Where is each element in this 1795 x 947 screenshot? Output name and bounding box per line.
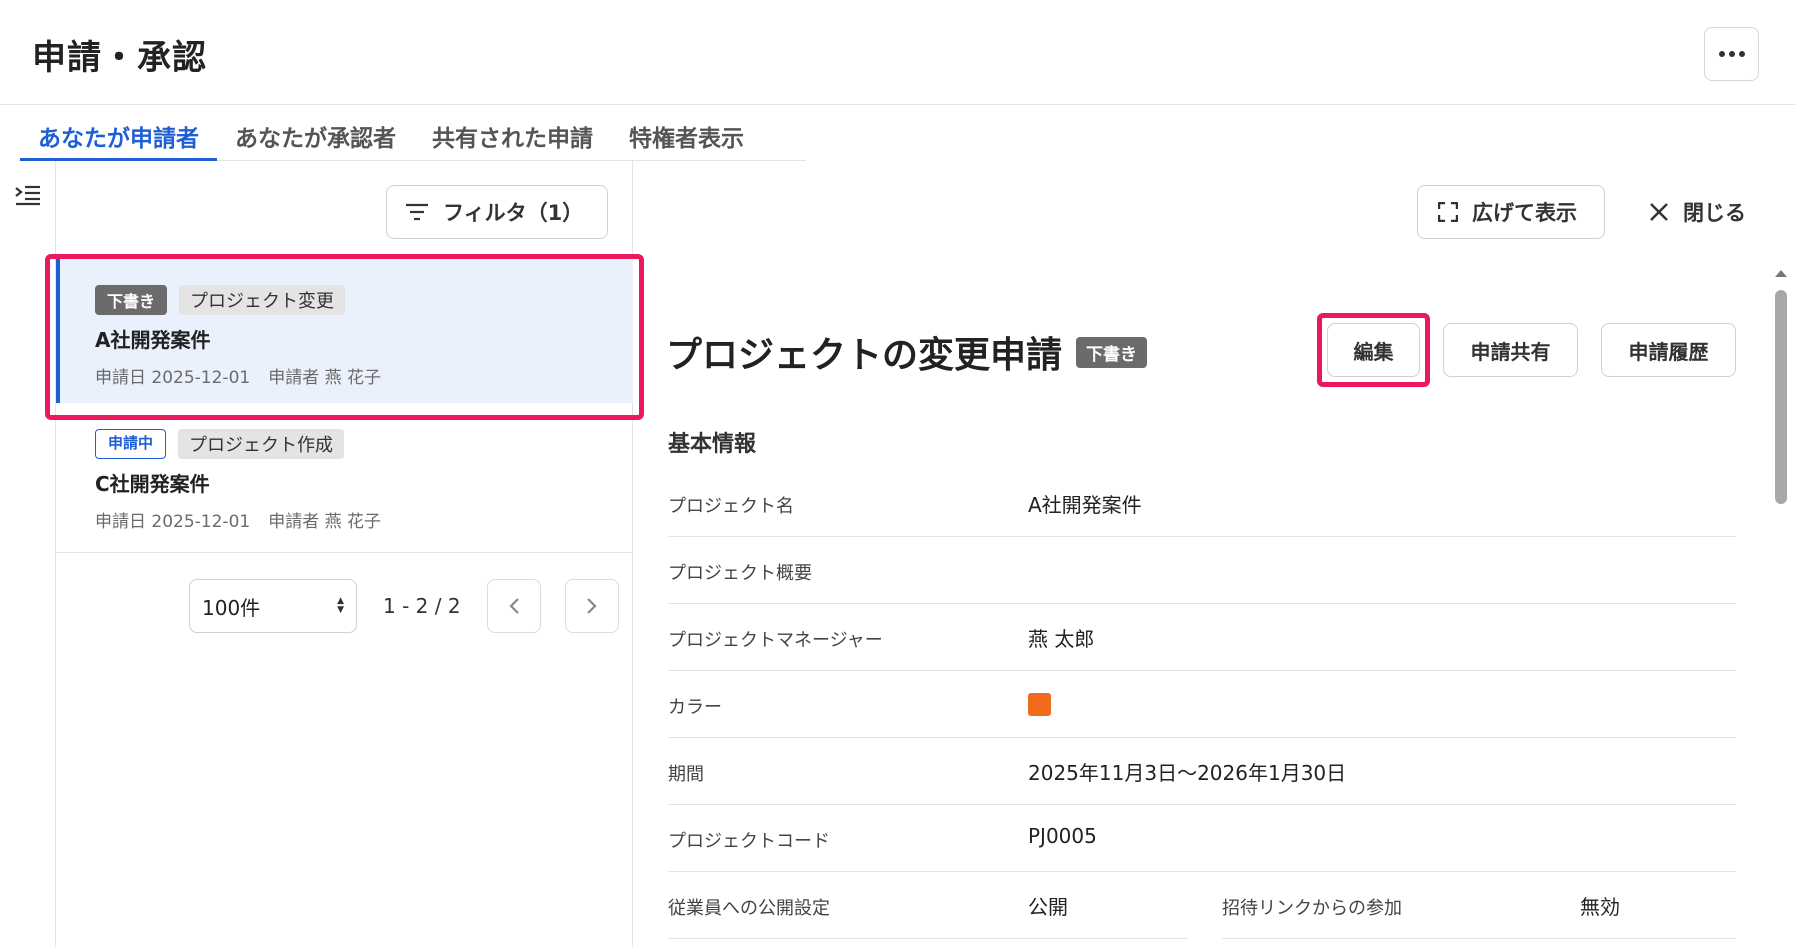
app-header: 申請・承認 xyxy=(0,0,1795,105)
request-history-button[interactable]: 申請履歴 xyxy=(1601,323,1736,377)
expand-icon xyxy=(1438,202,1458,222)
page-size-value: 100件 xyxy=(202,595,261,620)
field-label: プロジェクト名 xyxy=(668,496,794,517)
color-swatch xyxy=(1028,693,1051,716)
filter-button[interactable]: フィルタ（1） xyxy=(386,185,608,239)
field-value: 燕 太郎 xyxy=(1028,627,1095,651)
next-page-button[interactable] xyxy=(564,579,619,633)
field-label: カラー xyxy=(668,697,722,718)
edit-button-highlight xyxy=(1317,313,1430,387)
section-title: 基本情報 xyxy=(668,432,757,457)
chevron-left-icon xyxy=(509,598,519,614)
close-icon xyxy=(1650,203,1668,221)
select-arrows-icon: ▲ ▼ xyxy=(337,596,344,615)
close-label: 閉じる xyxy=(1683,201,1746,225)
field-label: プロジェクトコード xyxy=(668,831,830,852)
prev-page-button[interactable] xyxy=(486,579,541,633)
page-range: 1 - 2 / 2 xyxy=(383,594,461,618)
page-size-select[interactable]: 100件 ▲ ▼ xyxy=(189,579,357,633)
field-value: PJ0005 xyxy=(1028,824,1097,848)
pagination: 100件 ▲ ▼ 1 - 2 / 2 xyxy=(189,579,619,633)
type-badge: プロジェクト作成 xyxy=(178,429,345,459)
tab-as-applicant[interactable]: あなたが申請者 xyxy=(20,105,217,161)
tab-privileged-view[interactable]: 特権者表示 xyxy=(611,105,762,161)
expand-view-button[interactable]: 広げて表示 xyxy=(1417,185,1605,239)
field-value: 無効 xyxy=(1580,895,1620,919)
scrollbar[interactable] xyxy=(1771,268,1791,947)
tab-as-approver[interactable]: あなたが承認者 xyxy=(217,105,414,161)
menu-collapse-icon[interactable] xyxy=(14,183,42,207)
field-label: プロジェクトマネージャー xyxy=(668,630,883,651)
scroll-up-icon[interactable] xyxy=(1775,270,1787,277)
field-row-period: 期間 2025年11月3日～2026年1月30日 xyxy=(668,738,1736,805)
field-row-project-name: プロジェクト名 A社開発案件 xyxy=(668,470,1736,537)
chevron-right-icon xyxy=(586,598,597,614)
field-row-project-summary: プロジェクト概要 xyxy=(668,537,1736,604)
detail-title-row: プロジェクトの変更申請 下書き xyxy=(666,326,1148,378)
more-icon-dot xyxy=(1728,51,1735,57)
close-button[interactable]: 閉じる xyxy=(1649,185,1746,239)
item-meta: 申請日 2025-12-01 申請者 燕 花子 xyxy=(95,507,381,532)
field-label: 招待リンクからの参加 xyxy=(1222,898,1402,919)
more-icon-dot xyxy=(1738,51,1745,57)
scroll-thumb[interactable] xyxy=(1775,290,1787,504)
field-label: 期間 xyxy=(668,764,704,785)
item-date: 申請日 2025-12-01 xyxy=(95,512,251,532)
share-request-button[interactable]: 申請共有 xyxy=(1443,323,1578,377)
divider xyxy=(1222,938,1736,939)
expand-label: 広げて表示 xyxy=(1472,201,1577,225)
item-title: C社開発案件 xyxy=(95,472,210,496)
field-value: 2025年11月3日～2026年1月30日 xyxy=(1028,761,1347,785)
filter-icon xyxy=(406,203,428,221)
field-row-color: カラー xyxy=(668,671,1736,738)
status-badge: 下書き xyxy=(1076,336,1148,368)
status-badge: 申請中 xyxy=(95,429,167,459)
more-icon xyxy=(1718,51,1725,57)
field-row-project-code: プロジェクトコード PJ0005 xyxy=(668,805,1736,872)
field-row-publish-settings: 従業員への公開設定 公開 招待リンクからの参加 無効 xyxy=(668,872,1736,939)
list-item[interactable]: 申請中 プロジェクト作成 C社開発案件 申請日 2025-12-01 申請者 燕 … xyxy=(56,403,633,553)
field-row-project-manager: プロジェクトマネージャー 燕 太郎 xyxy=(668,604,1736,671)
page-title: 申請・承認 xyxy=(32,38,207,78)
item-applicant: 申請者 燕 花子 xyxy=(268,512,382,532)
field-value: 公開 xyxy=(1028,895,1068,919)
field-label: 従業員への公開設定 xyxy=(668,898,830,919)
tab-bar: あなたが申請者 あなたが承認者 共有された申請 特権者表示 xyxy=(20,105,806,161)
filter-label: フィルタ（1） xyxy=(443,201,584,225)
more-options-button[interactable] xyxy=(1704,27,1759,81)
tab-shared-requests[interactable]: 共有された申請 xyxy=(414,105,611,161)
field-label: プロジェクト概要 xyxy=(668,563,812,584)
divider xyxy=(668,938,1188,939)
selected-item-highlight xyxy=(45,254,644,420)
field-value: A社開発案件 xyxy=(1028,493,1142,517)
detail-title: プロジェクトの変更申請 xyxy=(666,335,1063,376)
